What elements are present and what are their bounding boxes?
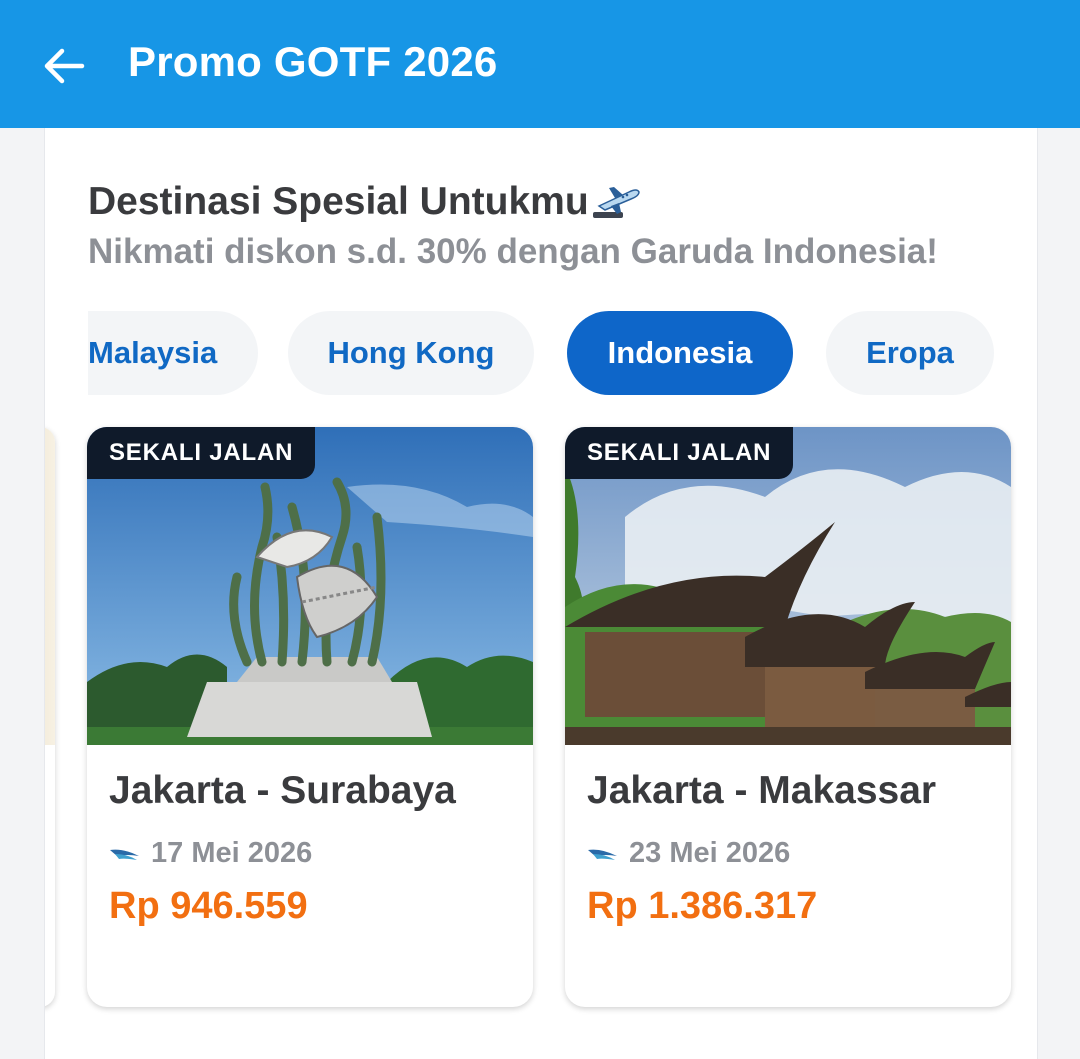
price: Rp 946.559 — [109, 885, 308, 927]
route-title: Jakarta - Makassar — [587, 769, 937, 812]
section-subtitle: Nikmati diskon s.d. 30% dengan Garuda In… — [88, 232, 938, 271]
app-bar: Promo GOTF 2026 — [0, 0, 1080, 128]
previous-deal-card[interactable] — [45, 427, 55, 1007]
tab-hong-kong[interactable]: Hong Kong — [288, 311, 534, 395]
trip-type-badge: SEKALI JALAN — [87, 427, 316, 479]
trip-type-badge: SEKALI JALAN — [565, 427, 794, 479]
tab-label: Hong Kong — [327, 335, 495, 370]
tab-eropa[interactable]: Eropa — [826, 311, 994, 395]
section-heading: Destinasi Spesial Untukmu — [88, 180, 641, 224]
back-arrow-icon[interactable] — [40, 42, 88, 90]
promo-section: Destinasi Spesial Untukmu Nikmati diskon… — [44, 128, 1038, 1059]
tabs-scroll[interactable]: Malaysia Hong Kong Indonesia Eropa — [88, 311, 1037, 395]
destination-tabs: Malaysia Hong Kong Indonesia Eropa — [45, 311, 1037, 395]
deal-card-surabaya[interactable]: SEKALI JALAN Jakarta - Surabaya 17 Mei 2… — [87, 427, 533, 1007]
airplane-departure-icon — [592, 187, 640, 218]
flight-date-row: 17 Mei 2026 — [109, 837, 312, 870]
page-title: Promo GOTF 2026 — [128, 38, 498, 85]
flight-date: 23 Mei 2026 — [629, 837, 791, 869]
tab-malaysia[interactable]: Malaysia — [88, 311, 258, 395]
route-title: Jakarta - Surabaya — [109, 769, 456, 812]
flight-date: 17 Mei 2026 — [151, 837, 313, 869]
garuda-indonesia-icon — [588, 849, 617, 860]
deal-card-makassar[interactable]: SEKALI JALAN Jakarta - Makassar 23 Mei 2… — [565, 427, 1011, 1007]
flight-date-row: 23 Mei 2026 — [587, 837, 790, 870]
price: Rp 1.386.317 — [587, 885, 818, 927]
tab-indonesia[interactable]: Indonesia — [567, 311, 793, 395]
tab-label: Indonesia — [607, 335, 753, 370]
garuda-indonesia-icon — [110, 849, 139, 860]
section-title: Destinasi Spesial Untukmu — [88, 180, 589, 223]
tab-label: Malaysia — [88, 335, 218, 370]
tab-label: Eropa — [866, 335, 954, 370]
